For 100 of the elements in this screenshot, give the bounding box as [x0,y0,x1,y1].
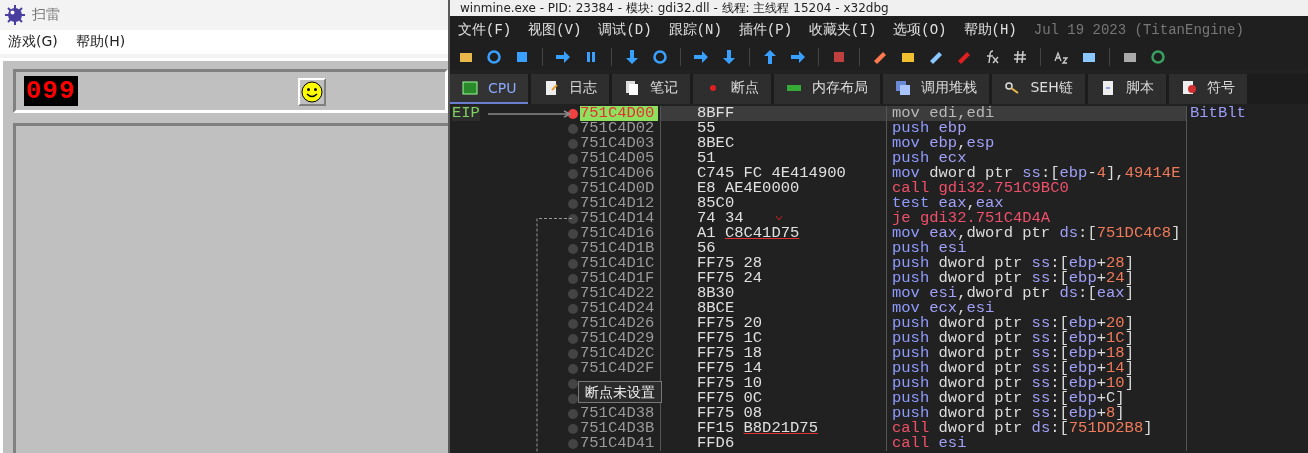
address-cell: 751C4D26 [580,314,655,332]
symbol-icon [1180,80,1197,96]
menu-item[interactable]: 跟踪(N) [668,21,722,39]
tab[interactable]: 断点 [693,74,772,104]
menu-item[interactable]: 收藏夹(I) [809,21,877,39]
breakpoint-dot[interactable] [568,288,578,299]
breakpoint-dot[interactable] [568,138,578,149]
bytes-cell: 56 [697,239,716,257]
menu-item[interactable]: 选项(O) [893,21,947,39]
instruction-cell: push ecx [892,149,967,167]
tab[interactable]: 内存布局 [774,74,881,104]
instruction-cell: test eax,eax [892,194,1004,212]
bytes-cell: FF15 B8D21D75 [697,419,818,437]
jump-down-icon [776,216,782,220]
breakpoint-dot[interactable] [568,348,578,359]
menu-item[interactable]: 调试(D) [598,21,652,39]
menu-item[interactable]: 文件(F) [458,21,512,39]
disassembly-row[interactable]: 751C4D2F FF75 14 push dword ptr ss:[ebp+14] [450,361,1308,376]
tab[interactable]: 调用堆栈 [883,74,990,104]
trace-into-icon[interactable] [693,49,709,65]
disassembly-row[interactable]: 751C4D12 85C0 test eax,eax [450,196,1308,211]
breakpoint-dot[interactable] [568,258,578,269]
disassembly-row[interactable]: 751C4D26 FF75 20 push dword ptr ss:[ebp+20] [450,316,1308,331]
bytes-cell: 8B30 [697,284,735,302]
disassembly-row[interactable]: 751C4D05 51 push ecx [450,151,1308,166]
disassembly-row[interactable]: 751C4D22 8B30 mov esi,dword ptr ds:[eax] [450,286,1308,301]
bytes-cell: 8BFF [697,104,735,122]
tab[interactable]: 符号 [1168,74,1247,104]
breakpoint-dot[interactable] [568,423,578,434]
breakpoint-dot[interactable] [568,333,578,344]
mine-icon [4,4,26,26]
step-out-icon[interactable] [762,49,778,65]
disassembly-row[interactable]: 751C4D2C FF75 18 push dword ptr ss:[ebp+18] [450,346,1308,361]
breakpoint-dot[interactable] [568,153,578,164]
build-info: Jul 19 2023 (TitanEngine) [1033,22,1244,38]
address-cell: 751C4D22 [580,284,655,302]
disassembly-row[interactable]: 751C4D16 A1 C8C41D75 mov eax,dword ptr ds:[751DC4C8] [450,226,1308,241]
breakpoint-dot[interactable] [568,213,578,224]
disassembly-row[interactable]: 751C4D41 FFD6 call esi [450,436,1308,451]
bytes-cell: FF75 28 [697,254,763,272]
run-icon[interactable] [555,49,571,65]
breakpoint-dot[interactable] [568,393,578,404]
smiley-button[interactable] [298,78,326,106]
address-cell: 751C4D24 [580,299,655,317]
breakpoint-dot[interactable] [568,273,578,284]
tab[interactable]: CPU [450,74,529,104]
bytes-cell: FF75 08 [697,404,763,422]
trace-over-icon[interactable] [721,49,737,65]
function-icon[interactable] [984,49,1000,65]
breakpoint-dot[interactable] [568,243,578,254]
disassembly-row[interactable]: 751C4D38 FF75 08 push dword ptr ss:[ebp+8] [450,406,1308,421]
window-title: 扫雷 [32,6,60,24]
disassembly-row[interactable]: 751C4D1F FF75 24 push dword ptr ss:[ebp+24] [450,271,1308,286]
breakpoint-dot[interactable] [568,228,578,239]
disassembly-row[interactable]: 751C4D03 8BEC mov ebp,esp [450,136,1308,151]
disassembly-row[interactable]: 751C4D02 55 push ebp [450,121,1308,136]
tab[interactable]: 脚本 [1087,74,1166,104]
breakpoint-dot[interactable] [568,438,578,449]
disassembly-row[interactable]: 751C4D24 8BCE mov ecx,esi [450,301,1308,316]
bytes-cell: FF75 20 [697,314,763,332]
disassembly-row[interactable]: 751C4D0D E8 AE4E0000 call gdi32.751C9BC0 [450,181,1308,196]
tab[interactable]: 笔记 [612,74,691,104]
breakpoint-dot[interactable] [568,183,578,194]
address-cell: 751C4D41 [580,434,655,452]
disassembly-row[interactable]: 751C4D3B FF15 B8D21D75 call dword ptr ds:[751DD2B8] [450,421,1308,436]
address-cell: 751C4D12 [580,194,655,212]
bytes-cell: 74 34 [697,209,744,227]
menu-item[interactable]: 游戏(G) [8,33,58,51]
tab[interactable]: 日志 [531,74,610,104]
breakpoint-dot[interactable] [568,363,578,374]
instruction-cell: mov ecx,esi [892,299,995,317]
hash-icon[interactable] [1012,49,1028,65]
breakpoint-dot[interactable] [568,378,578,389]
disassembly-row[interactable]: EIP 751C4D00 8BFF mov edi,edi BitBlt [450,106,1308,121]
breakpoint-dot[interactable] [568,108,578,119]
stop-icon[interactable] [514,49,530,65]
breakpoint-dot[interactable] [568,303,578,314]
breakpoint-dot[interactable] [568,318,578,329]
address-cell: 751C4D05 [580,149,655,167]
mine-counter: 099 [24,76,78,106]
menu-item[interactable]: 帮助(H) [75,33,126,51]
disassembly-row[interactable]: 751C4D1B 56 push esi [450,241,1308,256]
bytes-cell: 85C0 [697,194,735,212]
step-into-icon[interactable] [624,49,640,65]
disassembly-row[interactable]: 751C4D1C FF75 28 push dword ptr ss:[ebp+28] [450,256,1308,271]
tooltip: 断点未设置 [578,381,662,403]
breakpoint-dot[interactable] [568,198,578,209]
tab[interactable]: SEH链 [992,74,1085,104]
disassembly-row[interactable]: 751C4D29 FF75 1C push dword ptr ss:[ebp+1C] [450,331,1308,346]
breakpoint-dot[interactable] [568,168,578,179]
menu-item[interactable]: 视图(V) [528,21,582,39]
breakpoint-dot[interactable] [568,123,578,134]
breakpoint-dot[interactable] [568,408,578,419]
disassembly-row[interactable]: 751C4D14 74 34 je gdi32.751C4D4A [450,211,1308,226]
address-cell: 751C4D06 [580,164,655,182]
run-to-user-icon[interactable] [790,49,806,65]
menu-item[interactable]: 插件(P) [738,21,793,39]
font-icon[interactable] [1053,49,1069,65]
disassembly-row[interactable]: 751C4D06 C745 FC 4E414900 mov dword ptr ss:[ebp-4],49414E [450,166,1308,181]
menu-item[interactable]: 帮助(H) [963,21,1017,39]
